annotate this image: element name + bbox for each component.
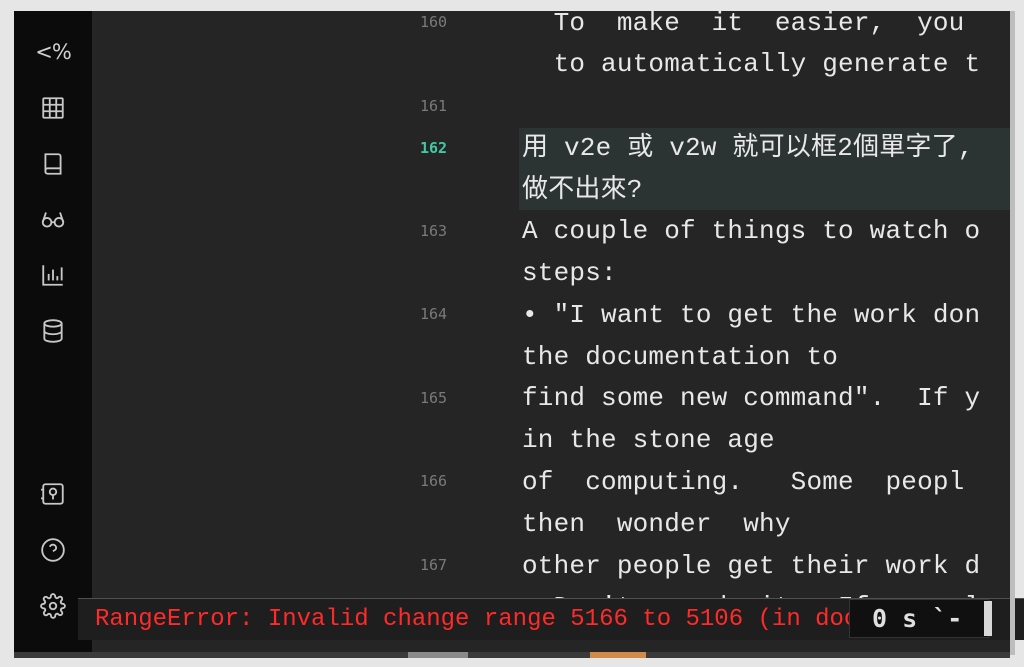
scrollbar-marker bbox=[590, 652, 646, 658]
help-icon[interactable] bbox=[38, 535, 68, 565]
line-text[interactable]: To make it easier, you bbox=[522, 11, 965, 44]
line-text[interactable]: in the stone age bbox=[522, 419, 775, 461]
line-number-active: 162 bbox=[420, 139, 448, 157]
line-text[interactable]: steps: bbox=[522, 252, 617, 294]
gear-icon[interactable] bbox=[38, 591, 68, 621]
database-icon[interactable] bbox=[38, 316, 68, 346]
bar-chart-icon[interactable] bbox=[38, 260, 68, 290]
timer-readout: 0 s `- bbox=[872, 604, 963, 633]
location-card-icon[interactable] bbox=[38, 479, 68, 509]
glasses-icon[interactable] bbox=[38, 204, 68, 234]
line-number: 160 bbox=[420, 13, 448, 31]
code-snippets-glyph: <% bbox=[35, 40, 72, 64]
timer-edge bbox=[984, 601, 992, 636]
line-number: 161 bbox=[420, 97, 448, 115]
editor-area[interactable]: 160 To make it easier, you to automatica… bbox=[92, 11, 1010, 655]
line-number: 167 bbox=[420, 556, 448, 574]
line-text[interactable]: find some new command". If y bbox=[522, 377, 980, 419]
book-icon[interactable] bbox=[38, 149, 68, 179]
line-number: 164 bbox=[420, 305, 448, 323]
line-text[interactable]: to automatically generate t bbox=[522, 43, 980, 85]
error-message: RangeError: Invalid change range 5166 to… bbox=[95, 606, 888, 633]
line-number: 166 bbox=[420, 472, 448, 490]
line-text[interactable]: • "I want to get the work don bbox=[522, 294, 980, 336]
line-number: 163 bbox=[420, 222, 448, 240]
line-text[interactable]: of computing. Some peopl bbox=[522, 461, 964, 503]
horizontal-scrollbar[interactable] bbox=[14, 652, 1010, 658]
line-text[interactable]: the documentation to bbox=[522, 336, 838, 378]
line-text[interactable]: other people get their work d bbox=[522, 545, 980, 587]
line-text[interactable]: then wonder why bbox=[522, 503, 791, 545]
scrollbar-thumb[interactable] bbox=[408, 652, 468, 658]
vertical-scrollbar[interactable] bbox=[1010, 11, 1015, 655]
line-text[interactable]: A couple of things to watch o bbox=[522, 210, 980, 252]
activity-bar: <% bbox=[14, 11, 92, 655]
line-number: 165 bbox=[420, 389, 448, 407]
editor-window: <% 160 To make it easier, you to automat… bbox=[14, 11, 1010, 655]
code-snippets-icon[interactable]: <% bbox=[35, 37, 72, 67]
line-text[interactable]: 用 v2e 或 v2w 就可以框2個單字了, bbox=[522, 127, 974, 169]
line-text[interactable]: 做不出來? bbox=[522, 169, 643, 211]
table-icon[interactable] bbox=[38, 93, 68, 123]
